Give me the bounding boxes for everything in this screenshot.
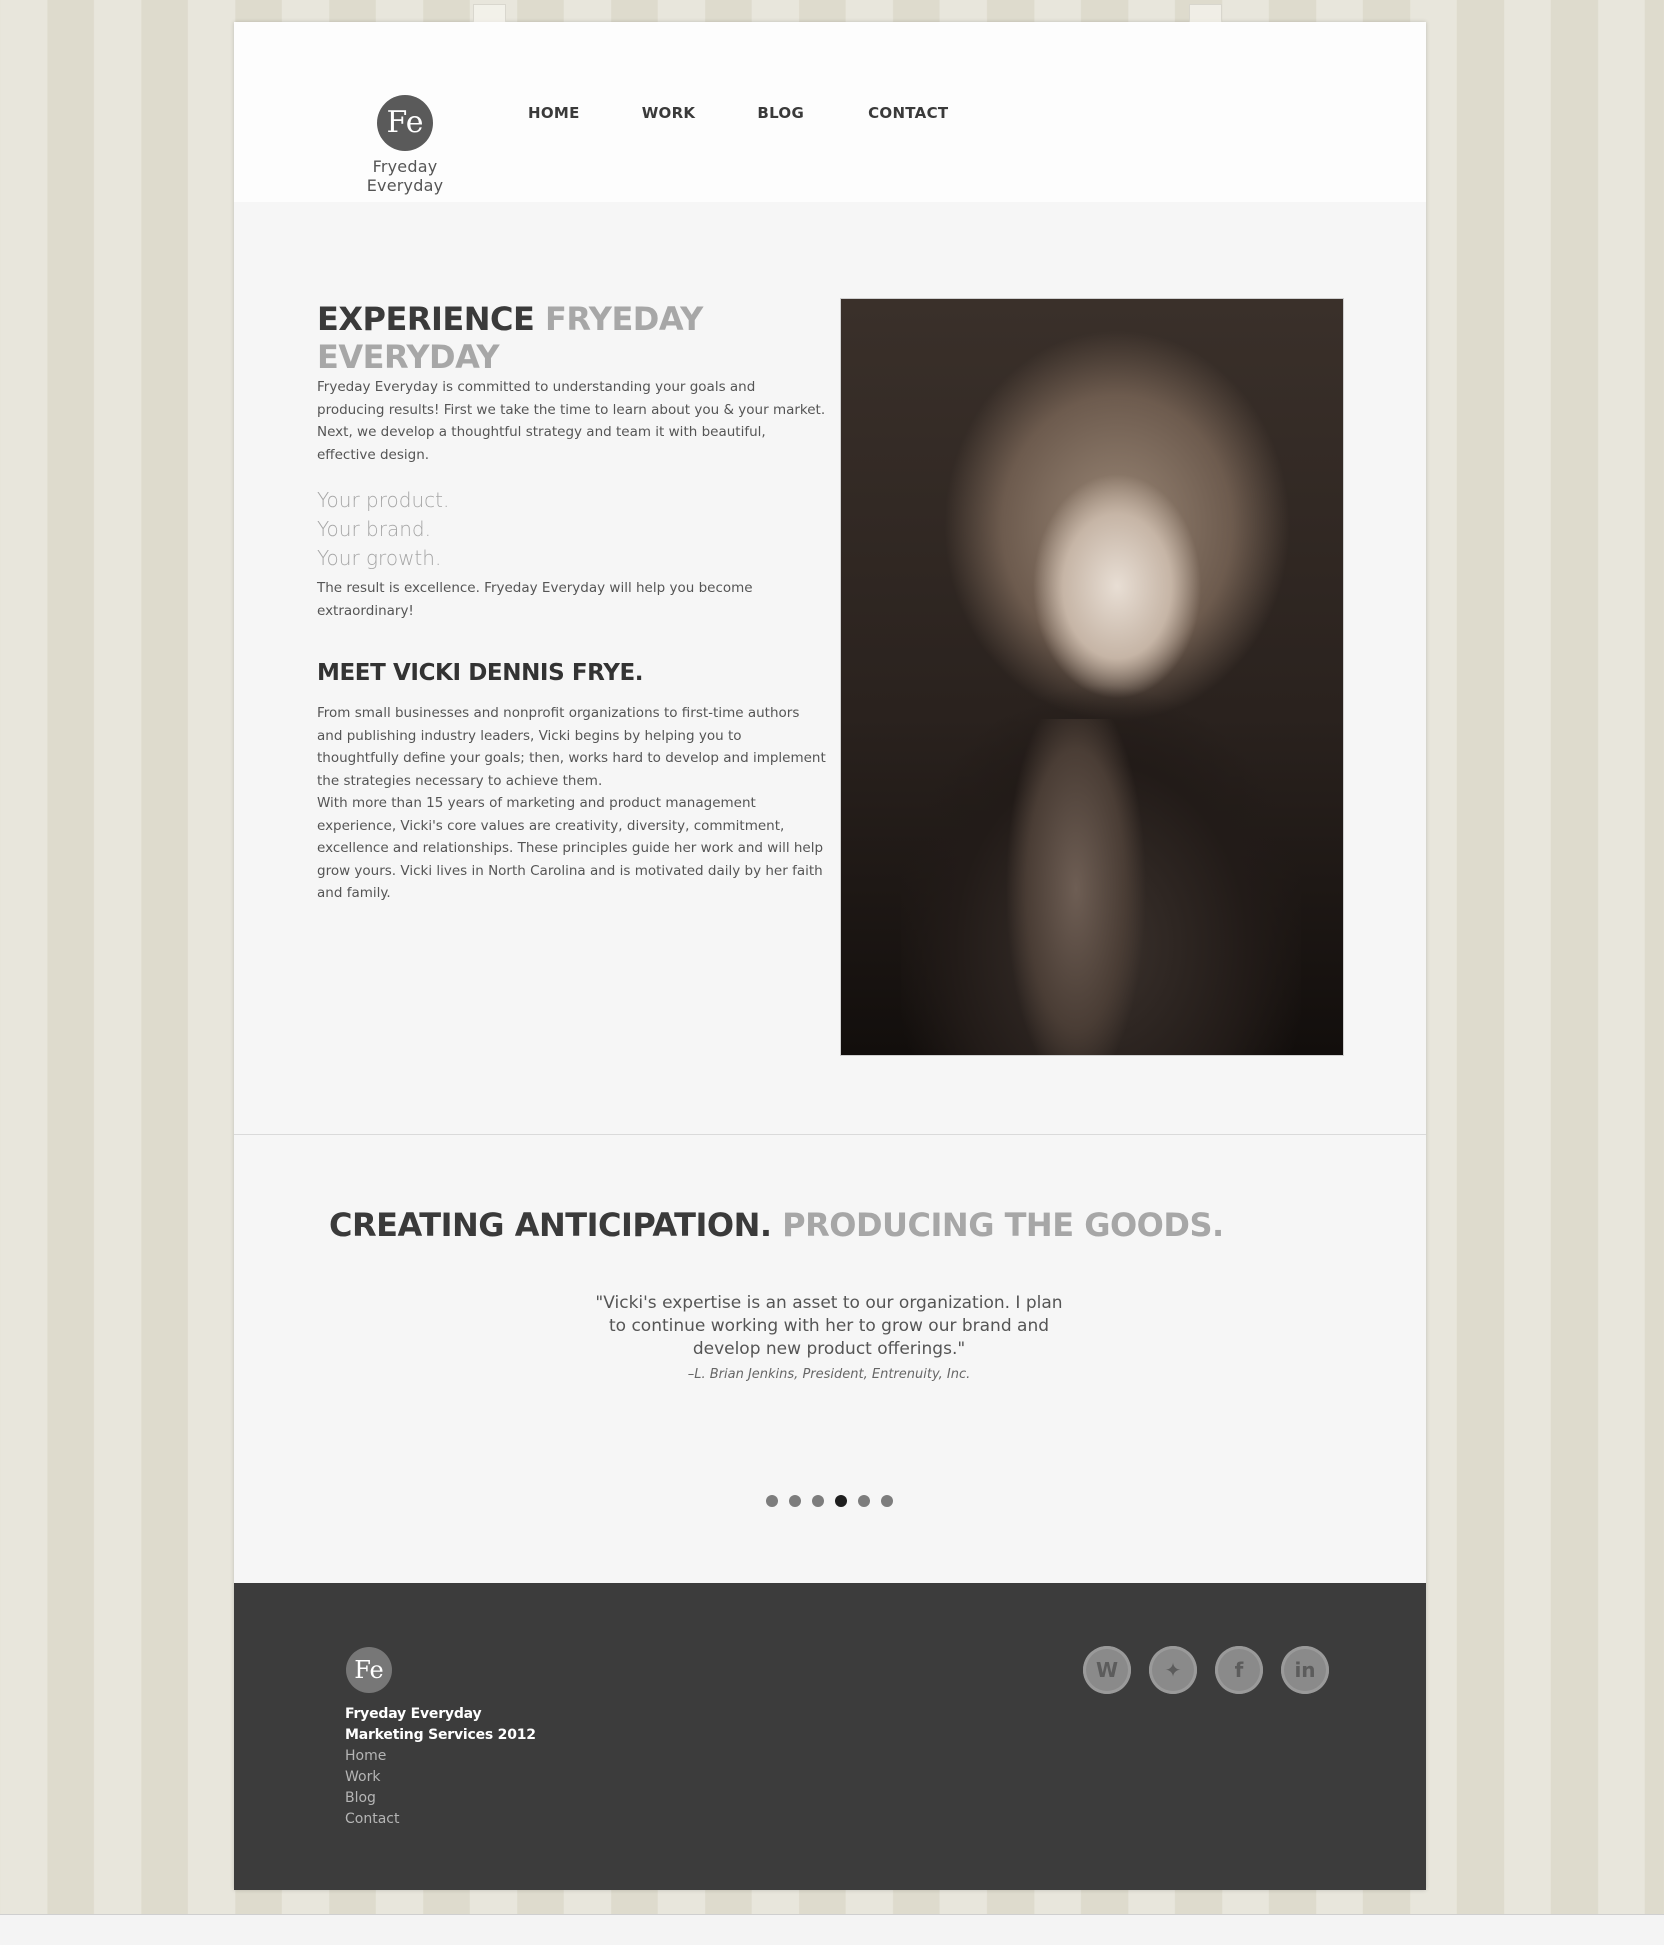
- main-nav: HOME WORK BLOG CONTACT: [528, 104, 1010, 122]
- intro-title-dark: EXPERIENCE: [317, 300, 535, 338]
- section-divider: [234, 1134, 1426, 1135]
- tagline-brand: Your brand.: [317, 517, 431, 541]
- meet-title: MEET VICKI DENNIS FRYE.: [317, 660, 644, 686]
- tagline-growth: Your growth.: [317, 546, 442, 570]
- site-header: Fe Fryeday Everyday HOME WORK BLOG CONTA…: [234, 22, 1426, 202]
- footer-brand-line2: Marketing Services 2012: [345, 1727, 536, 1743]
- slider-dot[interactable]: [766, 1495, 778, 1507]
- logo-text: Fryeday Everyday: [366, 157, 444, 195]
- footer-brand: Fryeday Everyday Marketing Services 2012: [345, 1704, 536, 1746]
- footer-brand-line1: Fryeday Everyday: [345, 1706, 482, 1722]
- linkedin-icon[interactable]: in: [1281, 1646, 1329, 1694]
- footer-link-home[interactable]: Home: [345, 1746, 399, 1767]
- nav-home[interactable]: HOME: [528, 104, 580, 122]
- logo-mark-icon: Fe: [377, 95, 433, 151]
- portrait-photo: [840, 298, 1344, 1056]
- meet-paragraph-1: From small businesses and nonprofit orga…: [317, 705, 826, 789]
- slider-dot[interactable]: [835, 1495, 847, 1507]
- tagline-product: Your product.: [317, 488, 450, 512]
- quote-text: "Vicki's expertise is an asset to our or…: [595, 1293, 1063, 1359]
- footer-link-contact[interactable]: Contact: [345, 1809, 399, 1830]
- bottom-bar: [0, 1914, 1664, 1945]
- footer-link-blog[interactable]: Blog: [345, 1788, 399, 1809]
- testimonials-title-light: PRODUCING THE GOODS.: [782, 1206, 1224, 1244]
- slider-dot[interactable]: [812, 1495, 824, 1507]
- slider-dots: [766, 1495, 893, 1507]
- testimonials-title: CREATING ANTICIPATION. PRODUCING THE GOO…: [329, 1206, 1224, 1244]
- photo-shirt: [1001, 719, 1151, 1055]
- intro-section: EXPERIENCE FRYEDAY EVERYDAY Fryeday Ever…: [317, 300, 827, 905]
- testimonial-quote: "Vicki's expertise is an asset to our or…: [594, 1292, 1064, 1386]
- intro-result: The result is excellence. Fryeday Everyd…: [317, 580, 753, 619]
- slider-dot[interactable]: [881, 1495, 893, 1507]
- footer-links: Home Work Blog Contact: [345, 1746, 399, 1830]
- meet-paragraph-2: With more than 15 years of marketing and…: [317, 795, 824, 901]
- social-links: W ✦ f in: [1083, 1646, 1329, 1694]
- footer-logo-icon[interactable]: Fe: [346, 1647, 392, 1693]
- nav-work[interactable]: WORK: [642, 104, 696, 122]
- intro-title: EXPERIENCE FRYEDAY EVERYDAY: [317, 300, 827, 376]
- twitter-icon[interactable]: ✦: [1149, 1646, 1197, 1694]
- nav-blog[interactable]: BLOG: [757, 104, 804, 122]
- site-logo[interactable]: Fe Fryeday Everyday: [334, 95, 476, 195]
- testimonials-title-dark: CREATING ANTICIPATION.: [329, 1206, 772, 1244]
- facebook-icon[interactable]: f: [1215, 1646, 1263, 1694]
- wordpress-icon[interactable]: W: [1083, 1646, 1131, 1694]
- page-container: Fe Fryeday Everyday HOME WORK BLOG CONTA…: [234, 4, 1426, 1890]
- site-footer: Fe Fryeday Everyday Marketing Services 2…: [234, 1583, 1426, 1890]
- taglines: Your product. Your brand. Your growth.: [317, 486, 827, 573]
- quote-attribution: –L. Brian Jenkins, President, Entrenuity…: [687, 1367, 971, 1382]
- intro-body: Fryeday Everyday is committed to underst…: [317, 379, 826, 463]
- slider-dot[interactable]: [789, 1495, 801, 1507]
- footer-link-work[interactable]: Work: [345, 1767, 399, 1788]
- nav-contact[interactable]: CONTACT: [868, 104, 948, 122]
- slider-dot[interactable]: [858, 1495, 870, 1507]
